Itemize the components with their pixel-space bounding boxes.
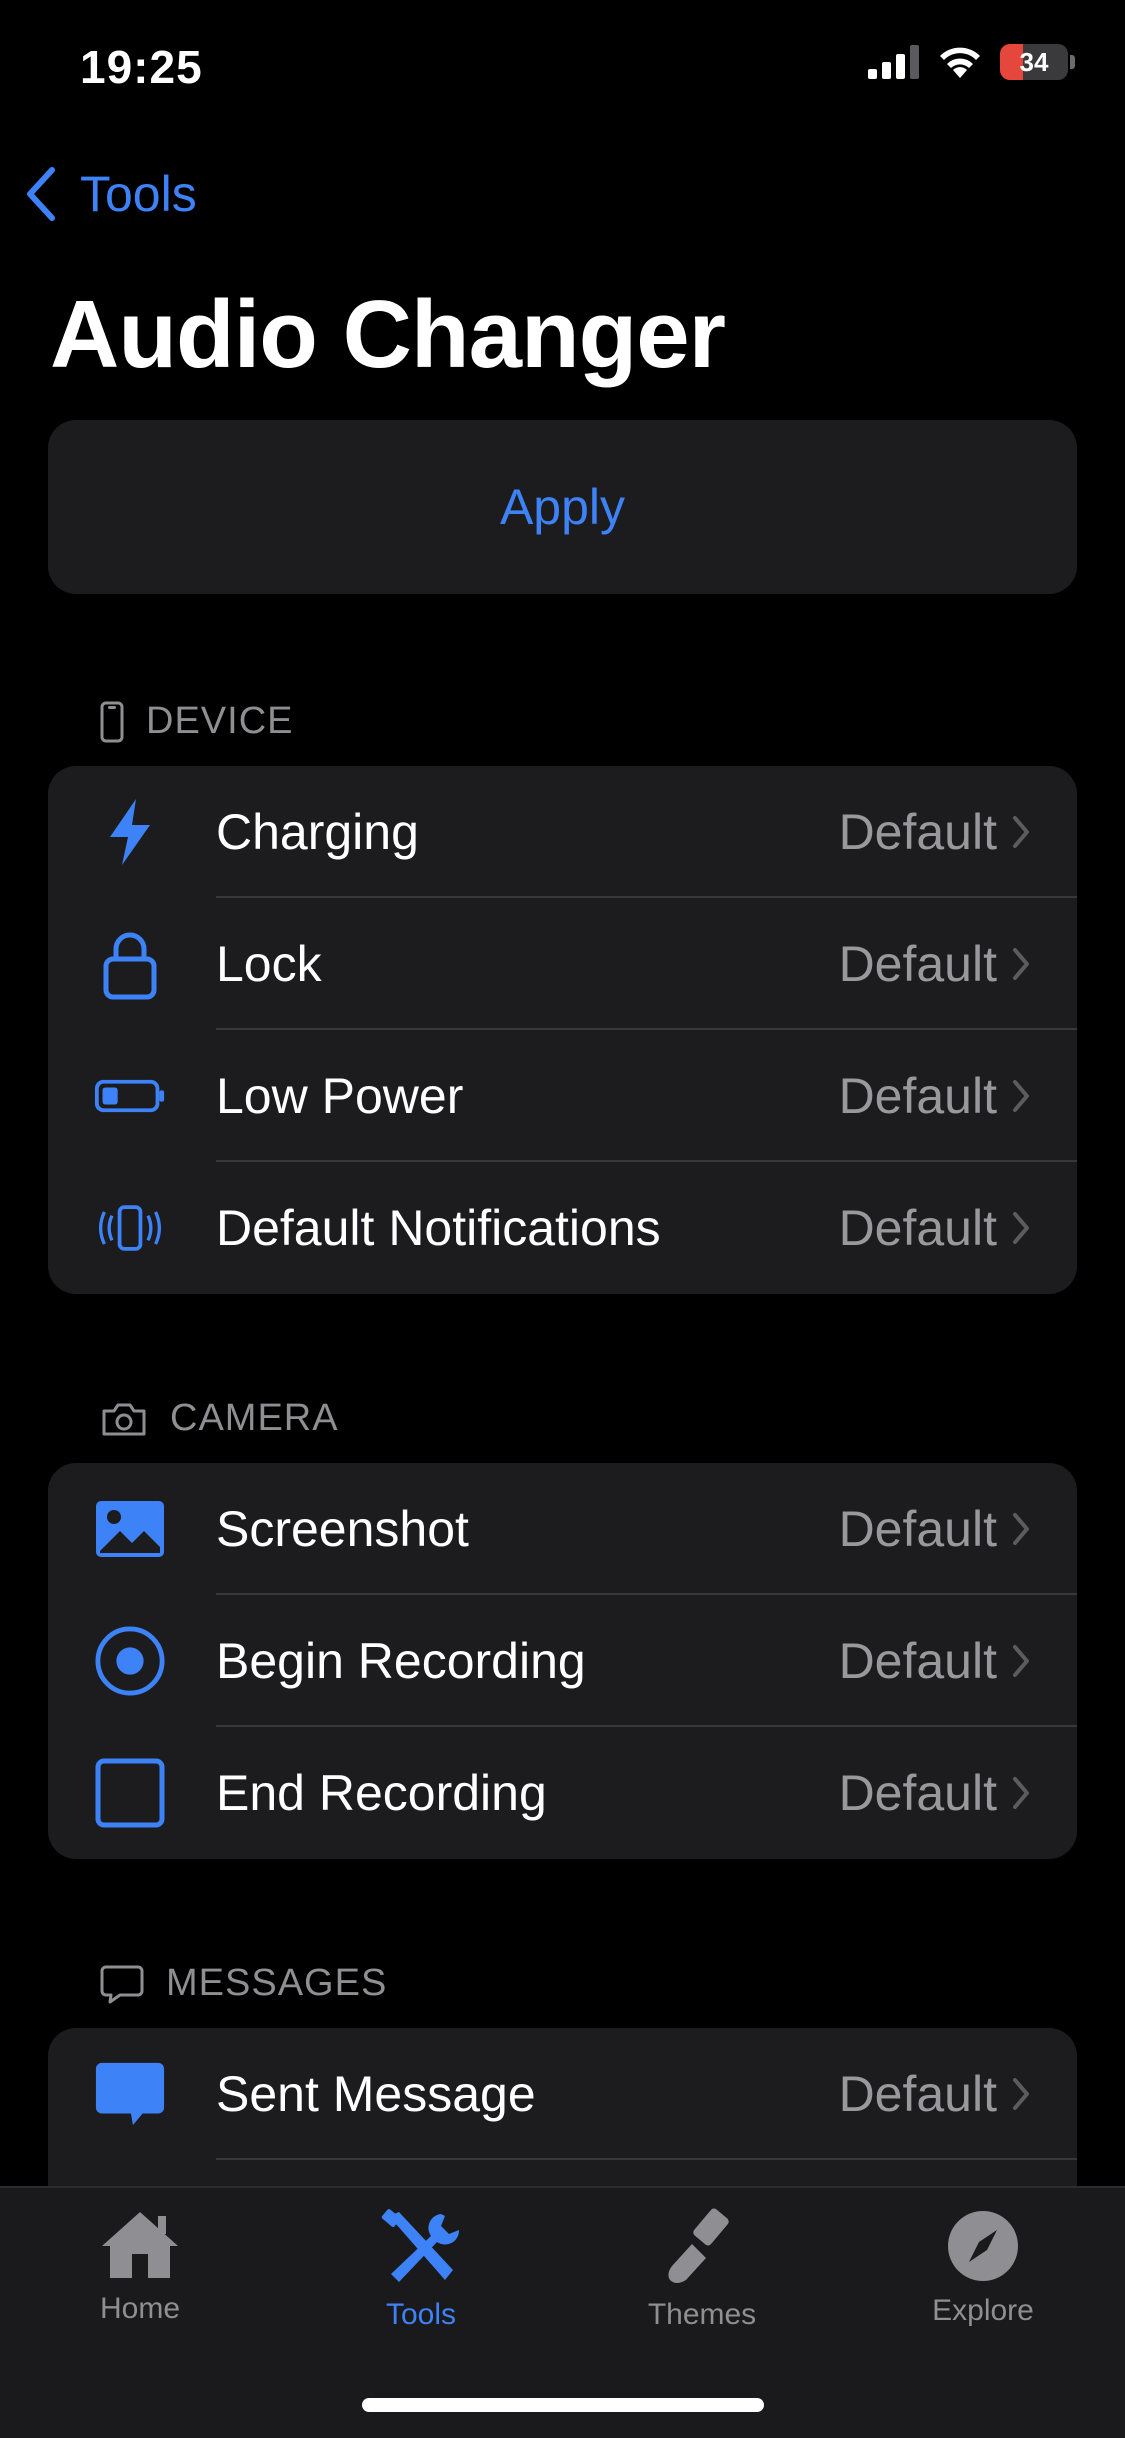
row-end-recording[interactable]: End Recording Default (48, 1727, 1077, 1859)
chevron-right-icon (1013, 2078, 1029, 2110)
page-title: Audio Changer (50, 281, 726, 388)
row-value: Default (838, 1501, 997, 1557)
iphone-icon (100, 701, 124, 742)
chevron-right-icon (1013, 1212, 1029, 1244)
row-label: Screenshot (216, 1501, 469, 1557)
row-label: Begin Recording (216, 1633, 586, 1689)
row-value: Default (838, 1633, 997, 1689)
row-default-notifications[interactable]: Default Notifications Default (48, 1162, 1077, 1294)
tools-icon (381, 2209, 460, 2282)
lock-icon (94, 928, 166, 1000)
phone-vibrate-icon (94, 1192, 166, 1264)
section-header-device: DEVICE (100, 700, 293, 743)
section-title-device: DEVICE (146, 700, 294, 742)
chevron-right-icon (1013, 1645, 1029, 1677)
section-header-camera: CAMERA (100, 1397, 339, 1440)
row-separator (216, 2158, 1077, 2160)
tab-themes[interactable]: Themes (602, 2208, 802, 2332)
paintbrush-icon (668, 2208, 729, 2283)
row-label: Low Power (216, 1068, 464, 1124)
battery-low-icon (94, 1060, 166, 1132)
row-value: Default (838, 1068, 997, 1124)
back-button[interactable]: Tools (24, 165, 197, 223)
row-label: Lock (216, 936, 322, 992)
battery-percent: 34 (1019, 46, 1049, 77)
row-value: Default (838, 804, 997, 860)
wifi-icon (940, 47, 980, 78)
section-title-messages: MESSAGES (166, 1962, 388, 2004)
row-label: Charging (216, 804, 419, 860)
row-label: Sent Message (216, 2066, 536, 2122)
chevron-right-icon (1013, 816, 1029, 848)
chevron-right-icon (1013, 1513, 1029, 1545)
record-circle-icon (94, 1625, 166, 1697)
home-indicator[interactable] (362, 2398, 764, 2412)
tab-label: Tools (385, 2298, 457, 2331)
row-value: Default (838, 2066, 997, 2122)
compass-icon (948, 2211, 1018, 2281)
row-value: Default (838, 1200, 997, 1256)
row-begin-recording[interactable]: Begin Recording Default (48, 1595, 1077, 1727)
photo-icon (94, 1493, 166, 1565)
chevron-right-icon (1013, 1080, 1029, 1112)
status-icons: 34 (868, 44, 1075, 80)
message-bubble-icon (94, 2058, 166, 2130)
row-label: Default Notifications (216, 1200, 661, 1256)
row-low-power[interactable]: Low Power Default (48, 1030, 1077, 1162)
row-value: Default (838, 936, 997, 992)
camera-icon (102, 1403, 146, 1435)
cellular-signal-icon (868, 45, 919, 79)
row-charging[interactable]: Charging Default (48, 766, 1077, 898)
chevron-right-icon (1013, 1777, 1029, 1809)
message-outline-icon (100, 1965, 144, 2003)
tab-home[interactable]: Home (40, 2208, 240, 2326)
section-header-messages: MESSAGES (100, 1962, 387, 2005)
battery-cap (1070, 55, 1075, 69)
stop-square-icon (94, 1757, 166, 1829)
bolt-icon (94, 796, 166, 868)
section-title-camera: CAMERA (170, 1397, 339, 1439)
back-label: Tools (80, 166, 197, 222)
tab-tools[interactable]: Tools (321, 2208, 521, 2332)
battery-indicator: 34 (1000, 44, 1068, 80)
status-time: 19:25 (80, 41, 203, 93)
tab-label: Themes (647, 2298, 757, 2331)
chevron-right-icon (1013, 948, 1029, 980)
row-sent-message[interactable]: Sent Message Default (48, 2028, 1077, 2160)
tab-explore[interactable]: Explore (883, 2208, 1083, 2328)
row-label: End Recording (216, 1765, 547, 1821)
tab-label: Home (99, 2292, 181, 2325)
camera-group: Screenshot Default Begin Recording Defau… (48, 1463, 1077, 1859)
row-screenshot[interactable]: Screenshot Default (48, 1463, 1077, 1595)
row-value: Default (838, 1765, 997, 1821)
apply-button[interactable]: Apply (48, 420, 1077, 594)
tab-label: Explore (932, 2294, 1034, 2327)
chevron-left-icon (27, 167, 55, 221)
row-lock[interactable]: Lock Default (48, 898, 1077, 1030)
house-icon (102, 2212, 178, 2278)
device-group: Charging Default Lock Default Low Power … (48, 766, 1077, 1294)
